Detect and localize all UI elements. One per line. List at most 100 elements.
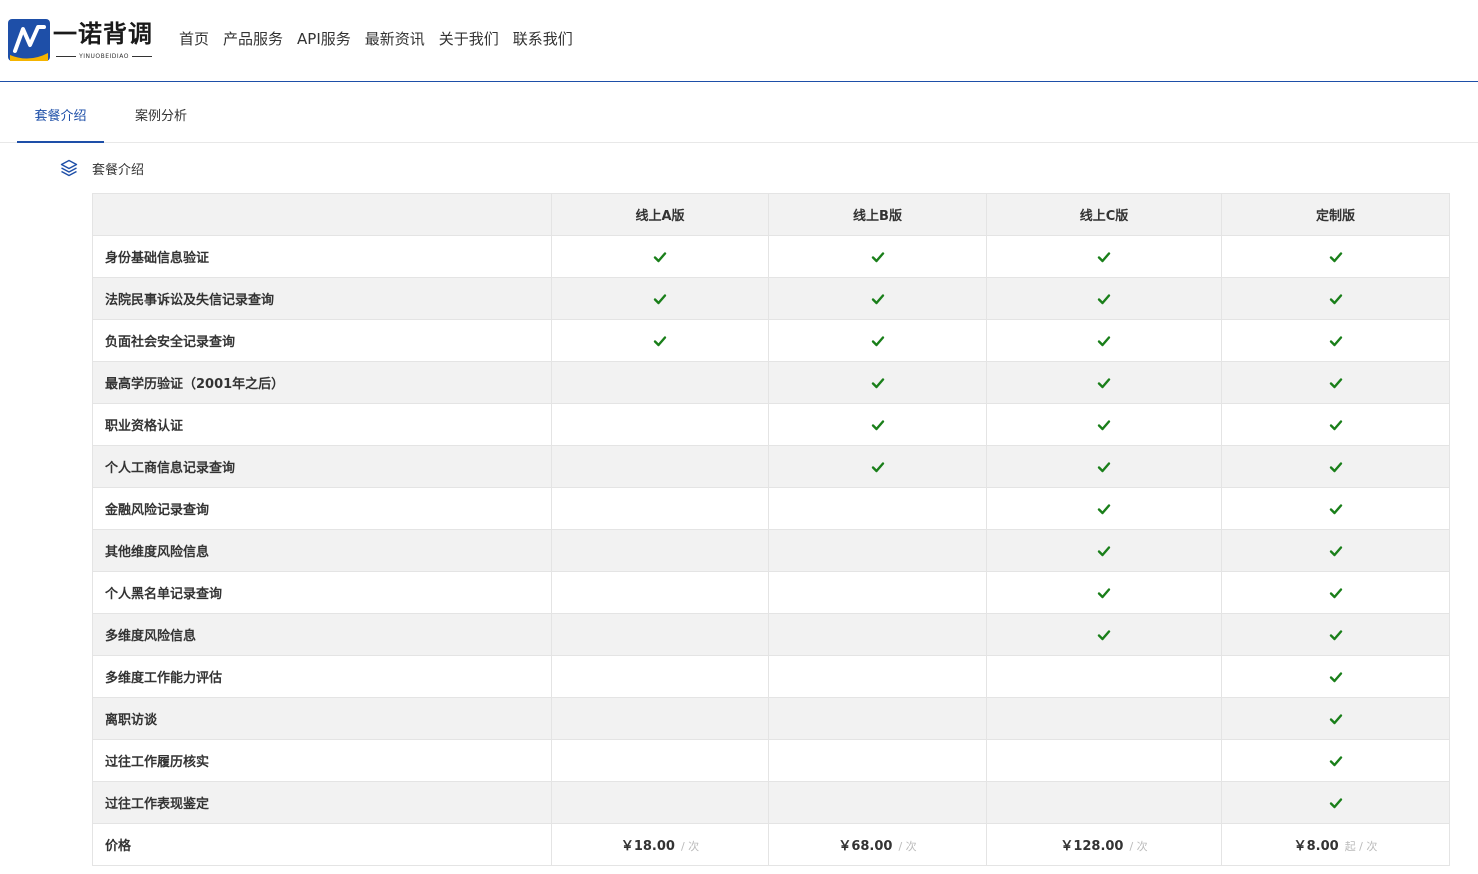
nav-api[interactable]: API服务 [297,28,351,50]
header-online-a: 线上A版 [551,193,769,236]
brand-subtitle-text: YINUOBEIDIAO [79,52,129,60]
plan-cell [986,361,1222,404]
check-icon [1329,419,1342,430]
check-icon [653,293,667,304]
price-unit: / 次 [680,840,700,853]
nav-products[interactable]: 产品服务 [223,28,283,50]
plan-cell [986,697,1222,740]
plan-cell [1221,487,1450,530]
plan-cell [768,445,987,488]
plan-cell [1221,739,1450,782]
check-icon [1329,335,1342,346]
tab-package-intro[interactable]: 套餐介绍 [17,92,104,143]
plan-cell [986,739,1222,782]
price-cell: ￥68.00 / 次 [768,823,987,866]
plan-cell [551,613,769,656]
price-amount: ￥128.00 [1060,839,1124,854]
table-row: 多维度工作能力评估 [92,655,1450,698]
plan-cell [986,781,1222,824]
check-icon [871,293,884,304]
plan-cell [1221,781,1450,824]
feature-name: 离职访谈 [92,697,552,740]
feature-name: 负面社会安全记录查询 [92,319,552,362]
feature-name: 金融风险记录查询 [92,487,552,530]
plan-cell [551,277,769,320]
header-feature [92,193,552,236]
plan-cell [986,571,1222,614]
check-icon [1097,587,1111,598]
feature-name: 最高学历验证（2001年之后） [92,361,552,404]
plan-cell [768,319,987,362]
check-icon [1329,797,1342,808]
plan-cell [986,319,1222,362]
check-icon [871,335,884,346]
table-row: 个人工商信息记录查询 [92,445,1450,488]
plan-cell [1221,403,1450,446]
plan-cell [1221,613,1450,656]
plan-cell [1221,529,1450,572]
table-body: 身份基础信息验证 法院民事诉讼及失信记录查询 负面社会安全记录查询 最高学历验证（20… [92,235,1450,866]
feature-name: 职业资格认证 [92,403,552,446]
plan-cell [551,739,769,782]
feature-name: 多维度风险信息 [92,613,552,656]
plan-cell [986,403,1222,446]
check-icon [1329,545,1342,556]
brand-logo[interactable]: 一诺背调 YINUOBEIDIAO [8,17,154,63]
plan-cell [986,235,1222,278]
price-amount: ￥68.00 [838,839,893,854]
site-header: 一诺背调 YINUOBEIDIAO 首页 产品服务 API服务 最新资讯 关于我… [0,0,1478,82]
table-row: 职业资格认证 [92,403,1450,446]
plan-cell [768,697,987,740]
plan-cell [551,403,769,446]
check-icon [1329,629,1342,640]
plan-cell [768,781,987,824]
table-row: 过往工作履历核实 [92,739,1450,782]
check-icon [1097,377,1111,388]
brand-name: 一诺背调 [53,20,153,48]
feature-name: 多维度工作能力评估 [92,655,552,698]
table-row: 个人黑名单记录查询 [92,571,1450,614]
package-comparison-table: 线上A版 线上B版 线上C版 定制版 身份基础信息验证 法院民事诉讼及失信记录查询… [92,193,1450,866]
plan-cell [1221,319,1450,362]
nav-home[interactable]: 首页 [179,28,209,50]
plan-cell [551,571,769,614]
price-cell: ￥128.00 / 次 [986,823,1222,866]
plan-cell [768,403,987,446]
feature-name: 个人黑名单记录查询 [92,571,552,614]
divider [56,55,77,57]
header-custom: 定制版 [1221,193,1450,236]
plan-cell [986,613,1222,656]
nav-news[interactable]: 最新资讯 [365,28,425,50]
price-label: 价格 [92,823,552,866]
plan-cell [551,361,769,404]
tab-bar: 套餐介绍 案例分析 [0,92,1478,143]
divider [131,55,153,57]
check-icon [1097,293,1111,304]
check-icon [1097,251,1111,262]
table-row: 其他维度风险信息 [92,529,1450,572]
check-icon [1329,293,1342,304]
feature-name: 过往工作表现鉴定 [92,781,552,824]
check-icon [1097,545,1111,556]
plan-cell [768,361,987,404]
feature-name: 过往工作履历核实 [92,739,552,782]
section-title: 套餐介绍 [92,162,145,178]
price-row: 价格 ￥18.00 / 次 ￥68.00 / 次 ￥128.00 / 次 ￥8.00 起 / 次 [92,823,1450,866]
check-icon [1329,587,1342,598]
header-online-b: 线上B版 [768,193,987,236]
main-nav: 首页 产品服务 API服务 最新资讯 关于我们 联系我们 [179,28,573,50]
feature-name: 其他维度风险信息 [92,529,552,572]
table-row: 离职访谈 [92,697,1450,740]
nav-about[interactable]: 关于我们 [439,28,499,50]
tab-case-analysis[interactable]: 案例分析 [116,92,206,143]
plan-cell [768,655,987,698]
plan-cell [1221,571,1450,614]
plan-cell [768,487,987,530]
check-icon [1097,335,1111,346]
check-icon [871,251,884,262]
check-icon [1329,377,1342,388]
section-heading: 套餐介绍 [60,157,144,179]
plan-cell [768,235,987,278]
nav-contact[interactable]: 联系我们 [513,28,573,50]
table-row: 负面社会安全记录查询 [92,319,1450,362]
